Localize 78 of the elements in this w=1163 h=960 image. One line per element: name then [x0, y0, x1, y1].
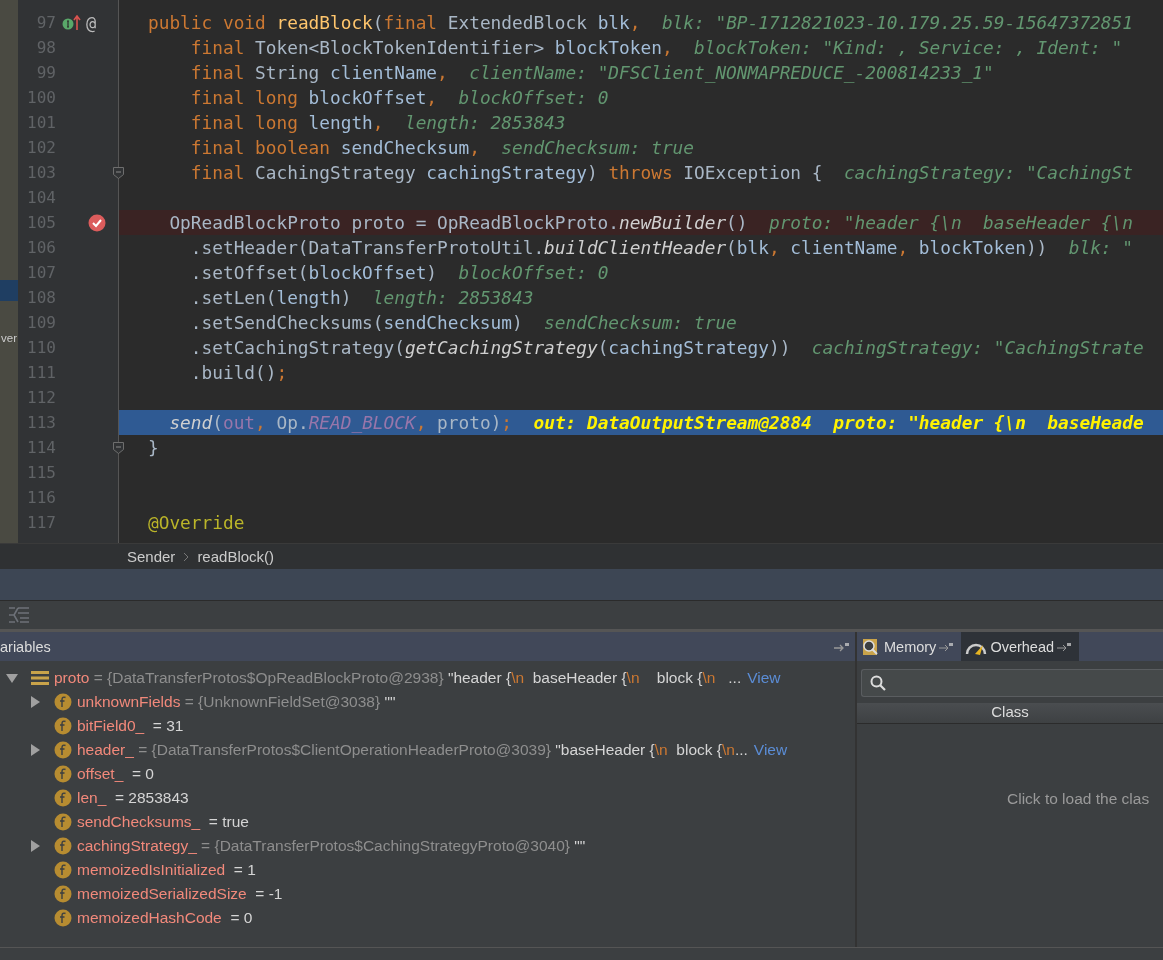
- search-field[interactable]: [861, 669, 1163, 697]
- variable-entry[interactable]: proto = {DataTransferProtos$OpReadBlockProto@2938} "header {\n baseHeader {\n block {\n ...: [54, 669, 742, 687]
- memory-tab[interactable]: Overhead: [961, 632, 1080, 661]
- circle-arrow-icon[interactable]: [62, 14, 84, 31]
- code-text: .setCachingStrategy(getCachingStrategy(cachingStrategy)): [189, 337, 791, 358]
- search-icon: [870, 675, 886, 691]
- field-icon: [54, 741, 72, 759]
- variable-entry[interactable]: cachingStrategy_ = {DataTransferProtos$CachingStrategyProto@3040} "": [77, 837, 586, 855]
- field-icon: [54, 909, 72, 927]
- code-text: .setHeader(DataTransferProtoUtil.buildClientHeader(blk, clientName, blockToken)): [189, 237, 1048, 258]
- variable-entry[interactable]: sendChecksums_ = true: [77, 813, 249, 831]
- inline-debug-value: blockOffset: 0: [458, 87, 609, 108]
- expand-arrow-icon[interactable]: [29, 696, 41, 708]
- inline-debug-value: blockOffset: 0: [458, 262, 609, 283]
- inline-debug-value: length: 2853843: [372, 287, 534, 308]
- field-icon: [54, 861, 72, 879]
- variable-entry[interactable]: offset_ = 0: [77, 765, 154, 783]
- fold-icon[interactable]: [113, 442, 124, 454]
- code-text: .setLen(length): [189, 287, 352, 308]
- variable-entry[interactable]: memoizedHashCode = 0: [77, 909, 253, 927]
- field-icon: [54, 765, 72, 783]
- inline-debug-value: blk: ": [1068, 237, 1133, 258]
- code-text: }: [148, 437, 159, 458]
- inline-debug-value: sendChecksum: true: [501, 137, 694, 158]
- code-text: .setSendChecksums(sendChecksum): [189, 312, 523, 333]
- inline-debug-value: cachingStrategy: "CachingSt: [843, 162, 1133, 183]
- code-text: final long blockOffset,: [189, 87, 438, 108]
- expand-arrow-icon[interactable]: [6, 672, 18, 684]
- layout-icon[interactable]: [8, 605, 30, 625]
- inline-debug-value: cachingStrategy: "CachingStrate: [811, 337, 1144, 358]
- code-text: final CachingStrategy cachingStrategy) throws IOException {: [189, 162, 823, 183]
- code-text: public void readBlock(final ExtendedBlock blk,: [148, 12, 641, 33]
- memory-tab[interactable]: Memory: [857, 632, 962, 661]
- fold-icon[interactable]: [113, 167, 124, 179]
- inline-debug-value: blockToken: "Kind: , Service: , Ident: ": [694, 37, 1123, 58]
- breakpoint-icon[interactable]: [88, 213, 106, 232]
- field-icon: [54, 813, 72, 831]
- panel-title: ariables: [0, 638, 51, 655]
- code-text: .setOffset(blockOffset): [189, 262, 438, 283]
- field-icon: [54, 717, 72, 735]
- stack-icon: [31, 669, 49, 687]
- code-text: final Token<BlockTokenIdentifier> blockToken,: [189, 37, 673, 58]
- expand-arrow-icon[interactable]: [29, 840, 41, 852]
- variable-entry[interactable]: len_ = 2853843: [77, 789, 189, 807]
- inline-debug-value: out: DataOutputStream@2884: [533, 412, 812, 433]
- inline-debug-value: proto: "header {\n baseHeade: [833, 412, 1144, 433]
- side-label: ver: [1, 332, 17, 344]
- code-text: @Override: [148, 512, 245, 533]
- variable-entry[interactable]: bitField0_ = 31: [77, 717, 184, 735]
- inline-debug-value: length: 2853843: [404, 112, 566, 133]
- code-text: send(out, Op.READ_BLOCK, proto);: [168, 412, 513, 433]
- breadcrumb-item[interactable]: readBlock(): [197, 548, 275, 565]
- field-icon: [54, 789, 72, 807]
- variable-entry[interactable]: memoizedIsInitialized = 1: [77, 861, 256, 879]
- load-classes-message[interactable]: Click to load the clas: [1007, 790, 1150, 807]
- variable-entry[interactable]: unknownFields = {UnknownFieldSet@3038} "": [77, 693, 396, 711]
- inline-debug-value: blk: "BP-1712821023-10.179.25.59-15647372851: [661, 12, 1133, 33]
- code-text: final String clientName,: [189, 62, 448, 83]
- field-icon: [54, 837, 72, 855]
- code-text: final long length,: [189, 112, 384, 133]
- code-text: final boolean sendChecksum,: [189, 137, 480, 158]
- inline-debug-value: proto: "header {\n baseHeader {\n: [768, 212, 1133, 233]
- field-icon: [54, 693, 72, 711]
- override-marker[interactable]: @: [86, 12, 97, 33]
- expand-arrow-icon[interactable]: [29, 744, 41, 756]
- pin-icon[interactable]: [1057, 641, 1074, 652]
- code-text: OpReadBlockProto proto = OpReadBlockProto.newBuilder(): [168, 212, 748, 233]
- chevron-icon: [183, 551, 190, 562]
- inline-debug-value: clientName: "DFSClient_NONMAPREDUCE_-200814233_1": [469, 62, 994, 83]
- breadcrumb-item[interactable]: Sender: [127, 548, 176, 565]
- pin-icon[interactable]: [833, 640, 851, 653]
- variable-entry[interactable]: memoizedSerializedSize = -1: [77, 885, 283, 903]
- inline-debug-value: sendChecksum: true: [544, 312, 737, 333]
- field-icon: [54, 885, 72, 903]
- variable-entry[interactable]: header_ = {DataTransferProtos$ClientOperationHeaderProto@3039} "baseHeader {\n block {\n...: [77, 741, 748, 759]
- code-text: .build();: [189, 362, 288, 383]
- pin-icon[interactable]: [939, 641, 956, 652]
- column-header[interactable]: Class: [857, 703, 1163, 724]
